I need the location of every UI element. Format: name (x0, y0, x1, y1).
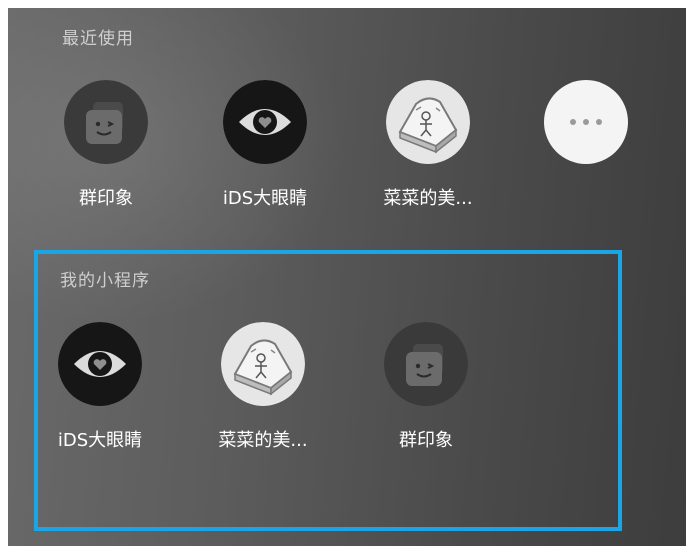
recent-app-qunyinxiang[interactable]: 群印象 (46, 80, 166, 220)
mini-program-panel: 最近使用 群印象 iDS大眼睛 菜菜的美... 我的小程序 iDS大眼睛 菜菜的… (8, 8, 686, 546)
dot (583, 119, 589, 125)
cube-face-icon (64, 80, 148, 164)
recent-section-title: 最近使用 (62, 29, 134, 49)
more-dots-icon[interactable] (544, 80, 628, 164)
dot (596, 119, 602, 125)
recent-app-ids-eye[interactable]: iDS大眼睛 (205, 80, 325, 220)
app-label: 菜菜的美... (383, 188, 473, 209)
app-label: 群印象 (79, 188, 133, 209)
recent-app-caicai[interactable]: 菜菜的美... (368, 80, 488, 220)
eye-icon (223, 80, 307, 164)
dot (570, 119, 576, 125)
bread-icon (386, 80, 470, 164)
app-label: iDS大眼睛 (222, 188, 308, 209)
my-programs-highlight-frame (34, 250, 622, 531)
